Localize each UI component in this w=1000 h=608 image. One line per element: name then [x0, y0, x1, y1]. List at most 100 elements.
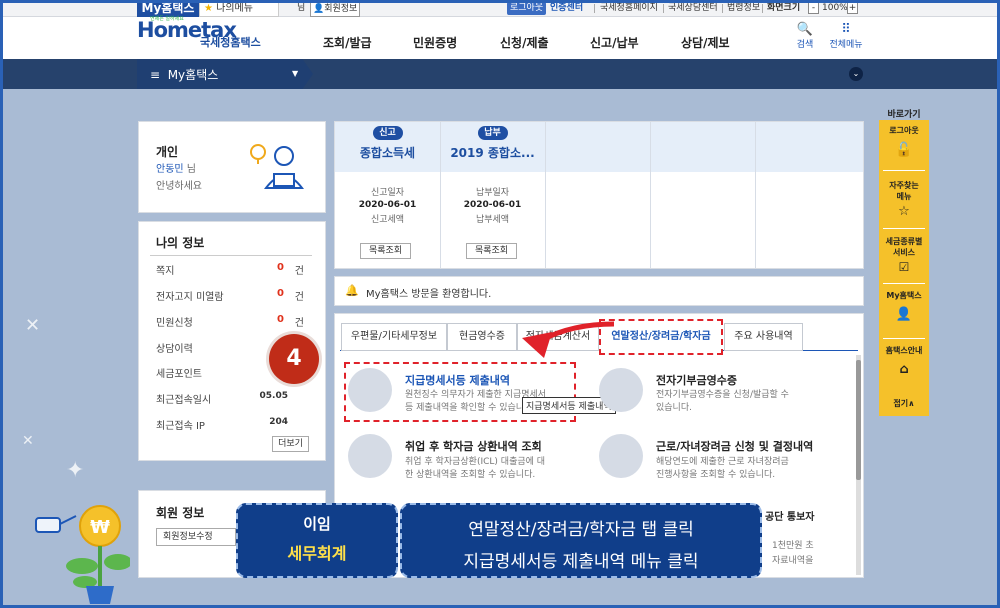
- user-icon: 👤: [313, 4, 325, 14]
- tax-card-report[interactable]: 신고 종합소득세 신고일자 2020-06-01 신고세액: [335, 126, 440, 225]
- my-info-title: 나의 정보: [156, 236, 205, 250]
- gnb-report-pay[interactable]: 신고/납부: [590, 34, 639, 51]
- decor-sparkle-icon: ✦: [66, 458, 85, 483]
- list-view-button[interactable]: 목록조회: [360, 243, 411, 259]
- nav-title: ≡ My홈택스: [150, 66, 218, 83]
- menu-item-desc: 있습니다.: [656, 403, 692, 413]
- link-law-info[interactable]: 법령정보: [727, 2, 760, 15]
- zoom-out-button[interactable]: -: [808, 2, 819, 14]
- user-icon: 👤: [895, 307, 913, 322]
- quick-logout[interactable]: 로그아웃 🔓: [879, 125, 929, 167]
- gnb-lookup[interactable]: 조회/발급: [323, 34, 372, 51]
- divider: [883, 338, 925, 339]
- quick-favorites[interactable]: 자주찾는 메뉴 ☆: [879, 180, 929, 224]
- gnb-consult[interactable]: 상담/제보: [681, 34, 730, 51]
- checkbox-icon: ☑: [898, 260, 910, 274]
- menu-item-desc: 해당연도에 제출한 근로 자녀장려금: [656, 457, 789, 467]
- divider: [883, 283, 925, 284]
- gnb-certificate[interactable]: 민원증명: [413, 34, 457, 51]
- info-row[interactable]: 민원신청 0 건: [156, 314, 308, 329]
- bell-icon: 🔔: [345, 284, 359, 297]
- info-label: 전자고지 미열람: [156, 292, 224, 303]
- divider: [883, 170, 925, 171]
- menu-item-desc: 등 제출내역을 확인할 수 있습니다.: [405, 403, 536, 413]
- quick-label: 홈택스안내: [885, 346, 923, 355]
- quick-label: 로그아웃: [889, 126, 919, 135]
- link-nts-home[interactable]: 국세청홈페이지: [600, 2, 658, 15]
- menu-item-title[interactable]: 취업 후 학자금 상환내역 조회: [405, 438, 542, 454]
- card-badge: 신고: [372, 126, 403, 140]
- card-date: 2020-06-01: [358, 200, 417, 210]
- divider: [722, 4, 723, 13]
- logout-button[interactable]: 로그아웃: [507, 2, 547, 15]
- divider: [594, 4, 595, 13]
- divider: [663, 4, 664, 13]
- info-row[interactable]: 쪽지 0 건: [156, 262, 308, 277]
- divider: [150, 255, 312, 256]
- menu-item-title[interactable]: 전자기부금영수증: [656, 372, 737, 388]
- profile-name-line: 안동민 님: [156, 160, 196, 175]
- card-amount-label: 납부세액: [475, 215, 510, 225]
- scrollbar-thumb[interactable]: [856, 360, 861, 480]
- tab-usage-history[interactable]: 주요 사용내역: [724, 323, 803, 351]
- hamburger-icon: ≡: [150, 68, 161, 82]
- step-number-badge: 4: [269, 334, 319, 384]
- plant-coin-illustration: ₩: [35, 505, 130, 604]
- info-row[interactable]: 전자고지 미열람 0 건: [156, 288, 308, 303]
- info-label: 세금포인트: [156, 369, 202, 380]
- menu-item-payment-statement[interactable]: [348, 368, 392, 412]
- all-menu-label: 전체메뉴: [829, 40, 863, 50]
- tab-my-menu[interactable]: ★ 나의메뉴: [199, 0, 279, 17]
- menu-item-desc: 취업 후 학자금상환(ICL) 대출금에 대: [405, 457, 546, 467]
- link-consult-center[interactable]: 국세상담센터: [668, 2, 718, 15]
- chevron-down-icon[interactable]: ⌄: [849, 67, 863, 81]
- all-menu-button[interactable]: ⠿ 전체메뉴: [825, 22, 867, 50]
- brand-line-1: 이임: [303, 515, 331, 533]
- member-info-label: 회원정보: [324, 4, 358, 14]
- divider: [650, 122, 651, 268]
- nav-title-label: My홈택스: [167, 68, 219, 82]
- cert-center-link[interactable]: 인증센터: [547, 2, 586, 15]
- card-date-label: 납부일자: [475, 188, 510, 198]
- document-pen-icon: [599, 434, 643, 478]
- menu-item-title[interactable]: 공단 통보자: [765, 508, 814, 523]
- brand-caption-box: 이임 세무회계: [236, 503, 398, 578]
- receipt-icon: [599, 368, 643, 412]
- menu-item-title[interactable]: 근로/자녀장려금 신청 및 결정내역: [656, 438, 813, 454]
- quick-fold-button[interactable]: 접기∧: [879, 396, 929, 412]
- menu-item-title[interactable]: 지급명세서등 제출내역: [405, 372, 510, 388]
- list-view-button[interactable]: 목록조회: [466, 243, 517, 259]
- menu-item-desc: 전자기부금영수증을 신청/발급할 수: [656, 390, 789, 400]
- gnb-apply[interactable]: 신청/제출: [500, 34, 549, 51]
- more-button[interactable]: 더보기: [272, 436, 309, 452]
- tab-my-menu-label: 나의메뉴: [216, 3, 253, 14]
- quick-guide[interactable]: 홈택스안내 ⌂: [879, 345, 929, 387]
- info-value: 204: [269, 417, 288, 427]
- menu-item-desc: 진행사항을 조회할 수 있습니다.: [656, 470, 776, 480]
- search-icon: 🔍: [796, 22, 814, 37]
- caret-down-icon[interactable]: ▼: [292, 69, 298, 78]
- arrow-down-left-icon: [522, 321, 615, 358]
- info-label: 최근접속 IP: [156, 421, 205, 432]
- instruction-line-2: 지급명세서등 제출내역 메뉴 클릭: [463, 552, 699, 572]
- search-button[interactable]: 🔍 검색: [790, 22, 820, 50]
- zoom-value: 100%: [822, 3, 848, 13]
- quick-my-hometax[interactable]: My홈택스 👤: [879, 290, 929, 332]
- quick-tax-services[interactable]: 세금종류별 서비스 ☑: [879, 236, 929, 280]
- tab-mail-info[interactable]: 우편물/기타세무정보: [341, 323, 447, 351]
- card-date-label: 신고일자: [370, 188, 405, 198]
- member-info-link[interactable]: 👤회원정보: [310, 2, 361, 17]
- profile-name-suffix: 님: [186, 164, 196, 175]
- member-edit-button[interactable]: 회원정보수정: [156, 528, 236, 546]
- brand-line-2: 세무회계: [287, 544, 347, 563]
- info-unit: 건: [294, 266, 304, 277]
- quick-label: 자주찾는 메뉴: [889, 181, 919, 201]
- zoom-in-button[interactable]: +: [847, 2, 858, 14]
- divider: [883, 228, 925, 229]
- info-row[interactable]: 최근접속일시 05.05: [156, 391, 308, 406]
- profile-type: 개인: [156, 145, 179, 159]
- quick-label: 세금종류별 서비스: [885, 237, 923, 257]
- info-row[interactable]: 최근접속 IP 204: [156, 417, 308, 432]
- greeting-suffix: 님: [297, 3, 306, 13]
- tax-card-payment[interactable]: 납부 2019 종합소... 납부일자 2020-06-01 납부세액: [440, 126, 545, 225]
